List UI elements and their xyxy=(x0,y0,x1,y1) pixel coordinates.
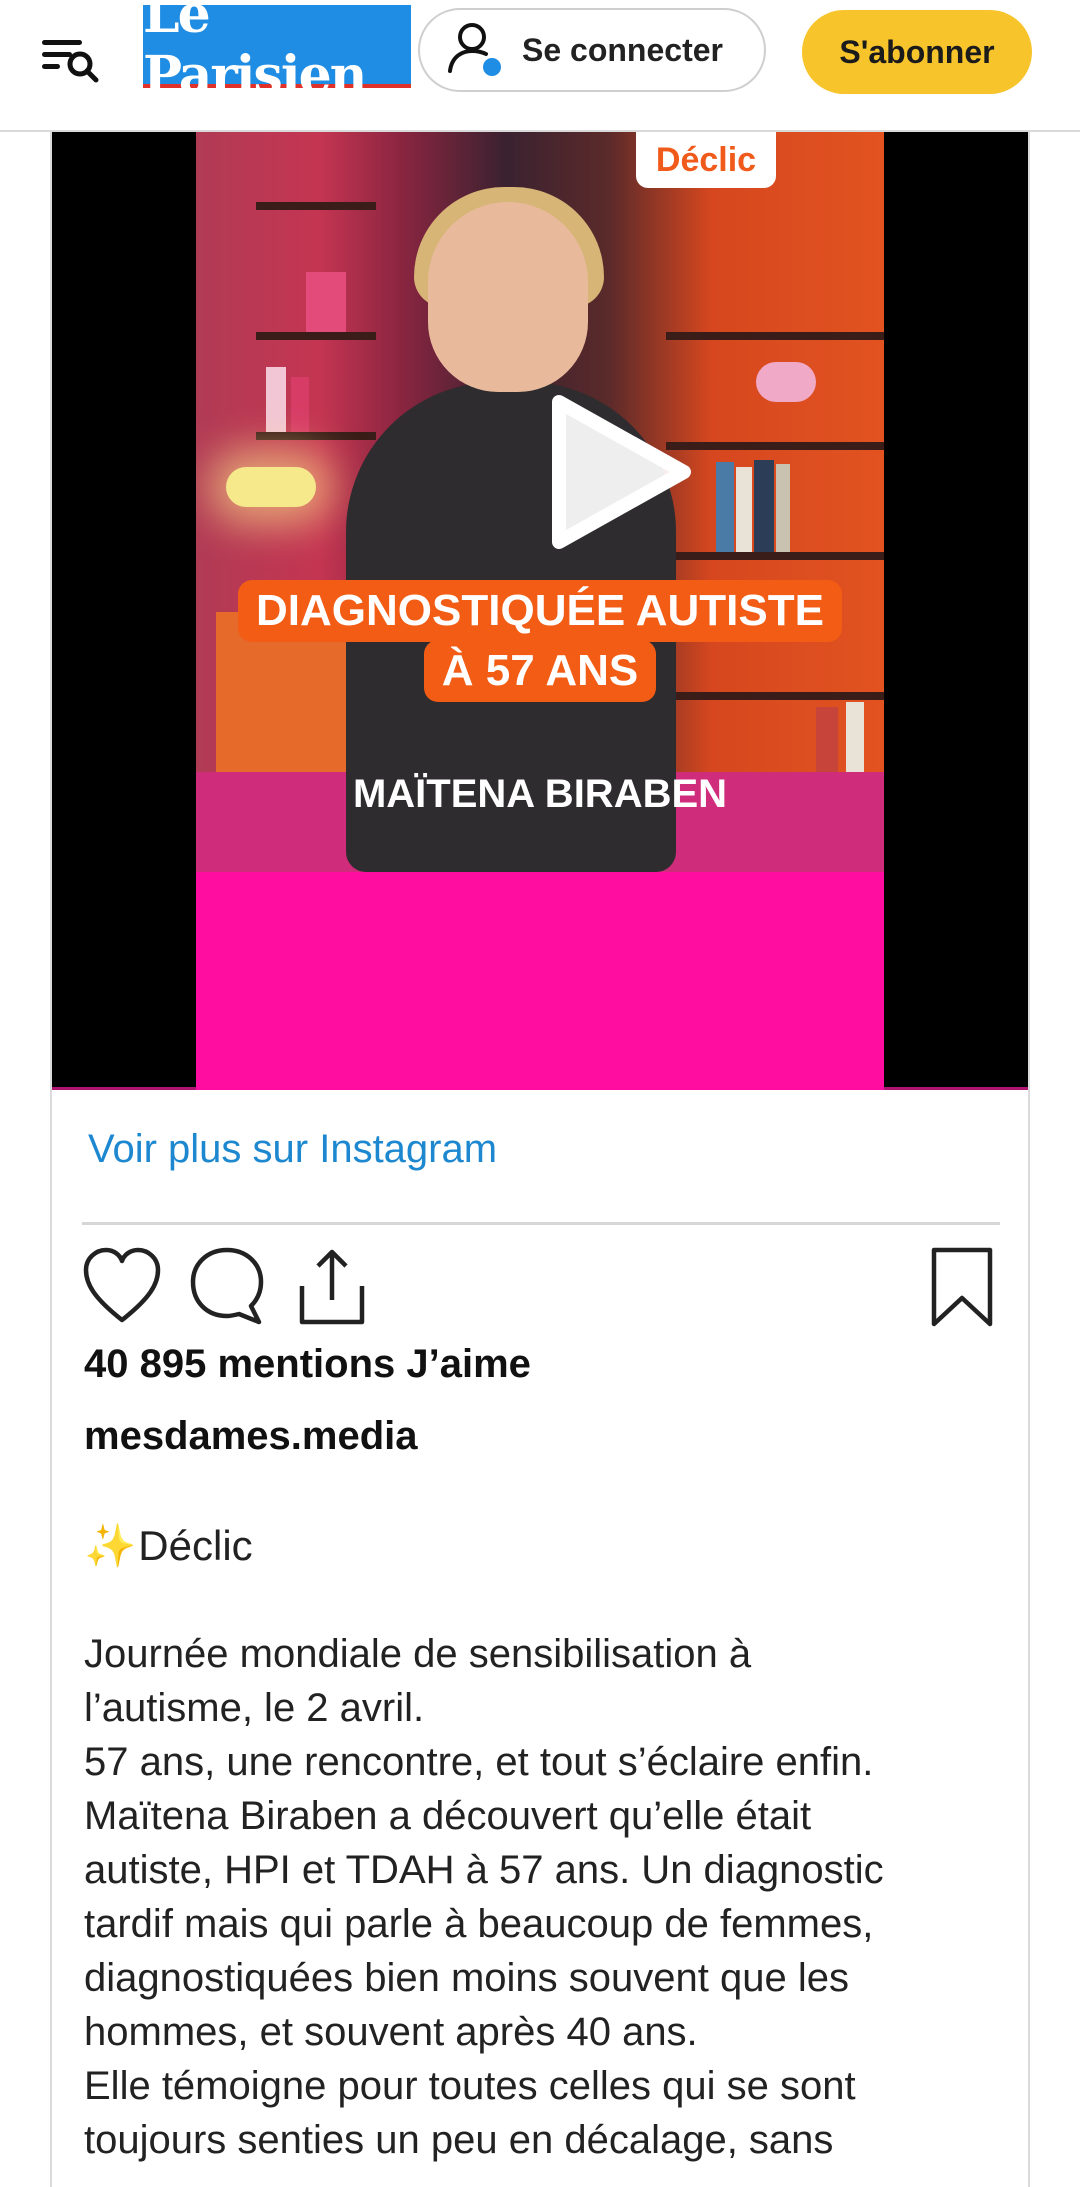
caption-tag: ✨Déclic xyxy=(84,1522,253,1571)
bookmark-icon[interactable] xyxy=(922,1242,1002,1332)
caption-text: Journée mondiale de sensibilisation à l’… xyxy=(84,1627,1004,2167)
caption-tag-text: Déclic xyxy=(138,1522,253,1569)
menu-search-icon[interactable] xyxy=(38,30,108,90)
video-bottom-band xyxy=(196,872,884,1090)
caption-line: autiste, HPI et TDAH à 57 ans. Un diagno… xyxy=(84,1848,884,1892)
le-parisien-logo[interactable]: Le Parisien xyxy=(143,0,411,106)
account-name-link[interactable]: mesdames.media xyxy=(84,1414,418,1459)
declic-tag: Déclic xyxy=(636,132,776,188)
caption-line: hommes, et souvent après 40 ans. xyxy=(84,2010,698,2054)
headline-line-2: À 57 ANS xyxy=(423,640,657,702)
video-headline: DIAGNOSTIQUÉE AUTISTE À 57 ANS xyxy=(226,580,854,702)
post-actions xyxy=(82,1242,1002,1342)
video-frame: Déclic DIAGNOSTIQUÉE AUTISTE À 57 ANS MA… xyxy=(196,132,884,1090)
login-label: Se connecter xyxy=(522,31,723,68)
likes-count: 40 895 mentions J’aime xyxy=(84,1342,531,1386)
caption-line: 57 ans, une rencontre, et tout s’éclaire… xyxy=(84,1740,874,1784)
caption-line: Journée mondiale de sensibilisation à xyxy=(84,1632,752,1676)
video-media[interactable]: Déclic DIAGNOSTIQUÉE AUTISTE À 57 ANS MA… xyxy=(52,132,1028,1090)
share-icon[interactable] xyxy=(292,1242,372,1332)
caption-line: l’autisme, le 2 avril. xyxy=(84,1686,425,1730)
caption-line: Elle témoigne pour toutes celles qui se … xyxy=(84,2064,856,2108)
caption-line: Maïtena Biraben a découvert qu’elle étai… xyxy=(84,1794,812,1838)
user-icon xyxy=(448,23,501,76)
headline-line-1: DIAGNOSTIQUÉE AUTISTE xyxy=(238,580,842,642)
sparkles-icon: ✨ xyxy=(84,1522,137,1569)
subscribe-button[interactable]: S'abonner xyxy=(802,10,1032,94)
view-more-instagram-link[interactable]: Voir plus sur Instagram xyxy=(88,1127,497,1172)
site-header: Le Parisien Se connecter S'abonner xyxy=(0,0,1080,132)
caption-line: toujours senties un peu en décalage, san… xyxy=(84,2118,834,2162)
person-name: MAÏTENA BIRABEN xyxy=(352,772,728,816)
comment-icon[interactable] xyxy=(187,1242,267,1332)
heart-icon[interactable] xyxy=(82,1242,162,1332)
logo-text: Le Parisien xyxy=(143,0,367,106)
divider xyxy=(82,1222,1000,1225)
play-icon[interactable] xyxy=(509,372,709,572)
caption-line: diagnostiquées bien moins souvent que le… xyxy=(84,1956,849,2000)
login-button[interactable]: Se connecter xyxy=(418,8,766,92)
instagram-embed: Déclic DIAGNOSTIQUÉE AUTISTE À 57 ANS MA… xyxy=(50,132,1030,2187)
caption-line: tardif mais qui parle à beaucoup de femm… xyxy=(84,1902,874,1946)
